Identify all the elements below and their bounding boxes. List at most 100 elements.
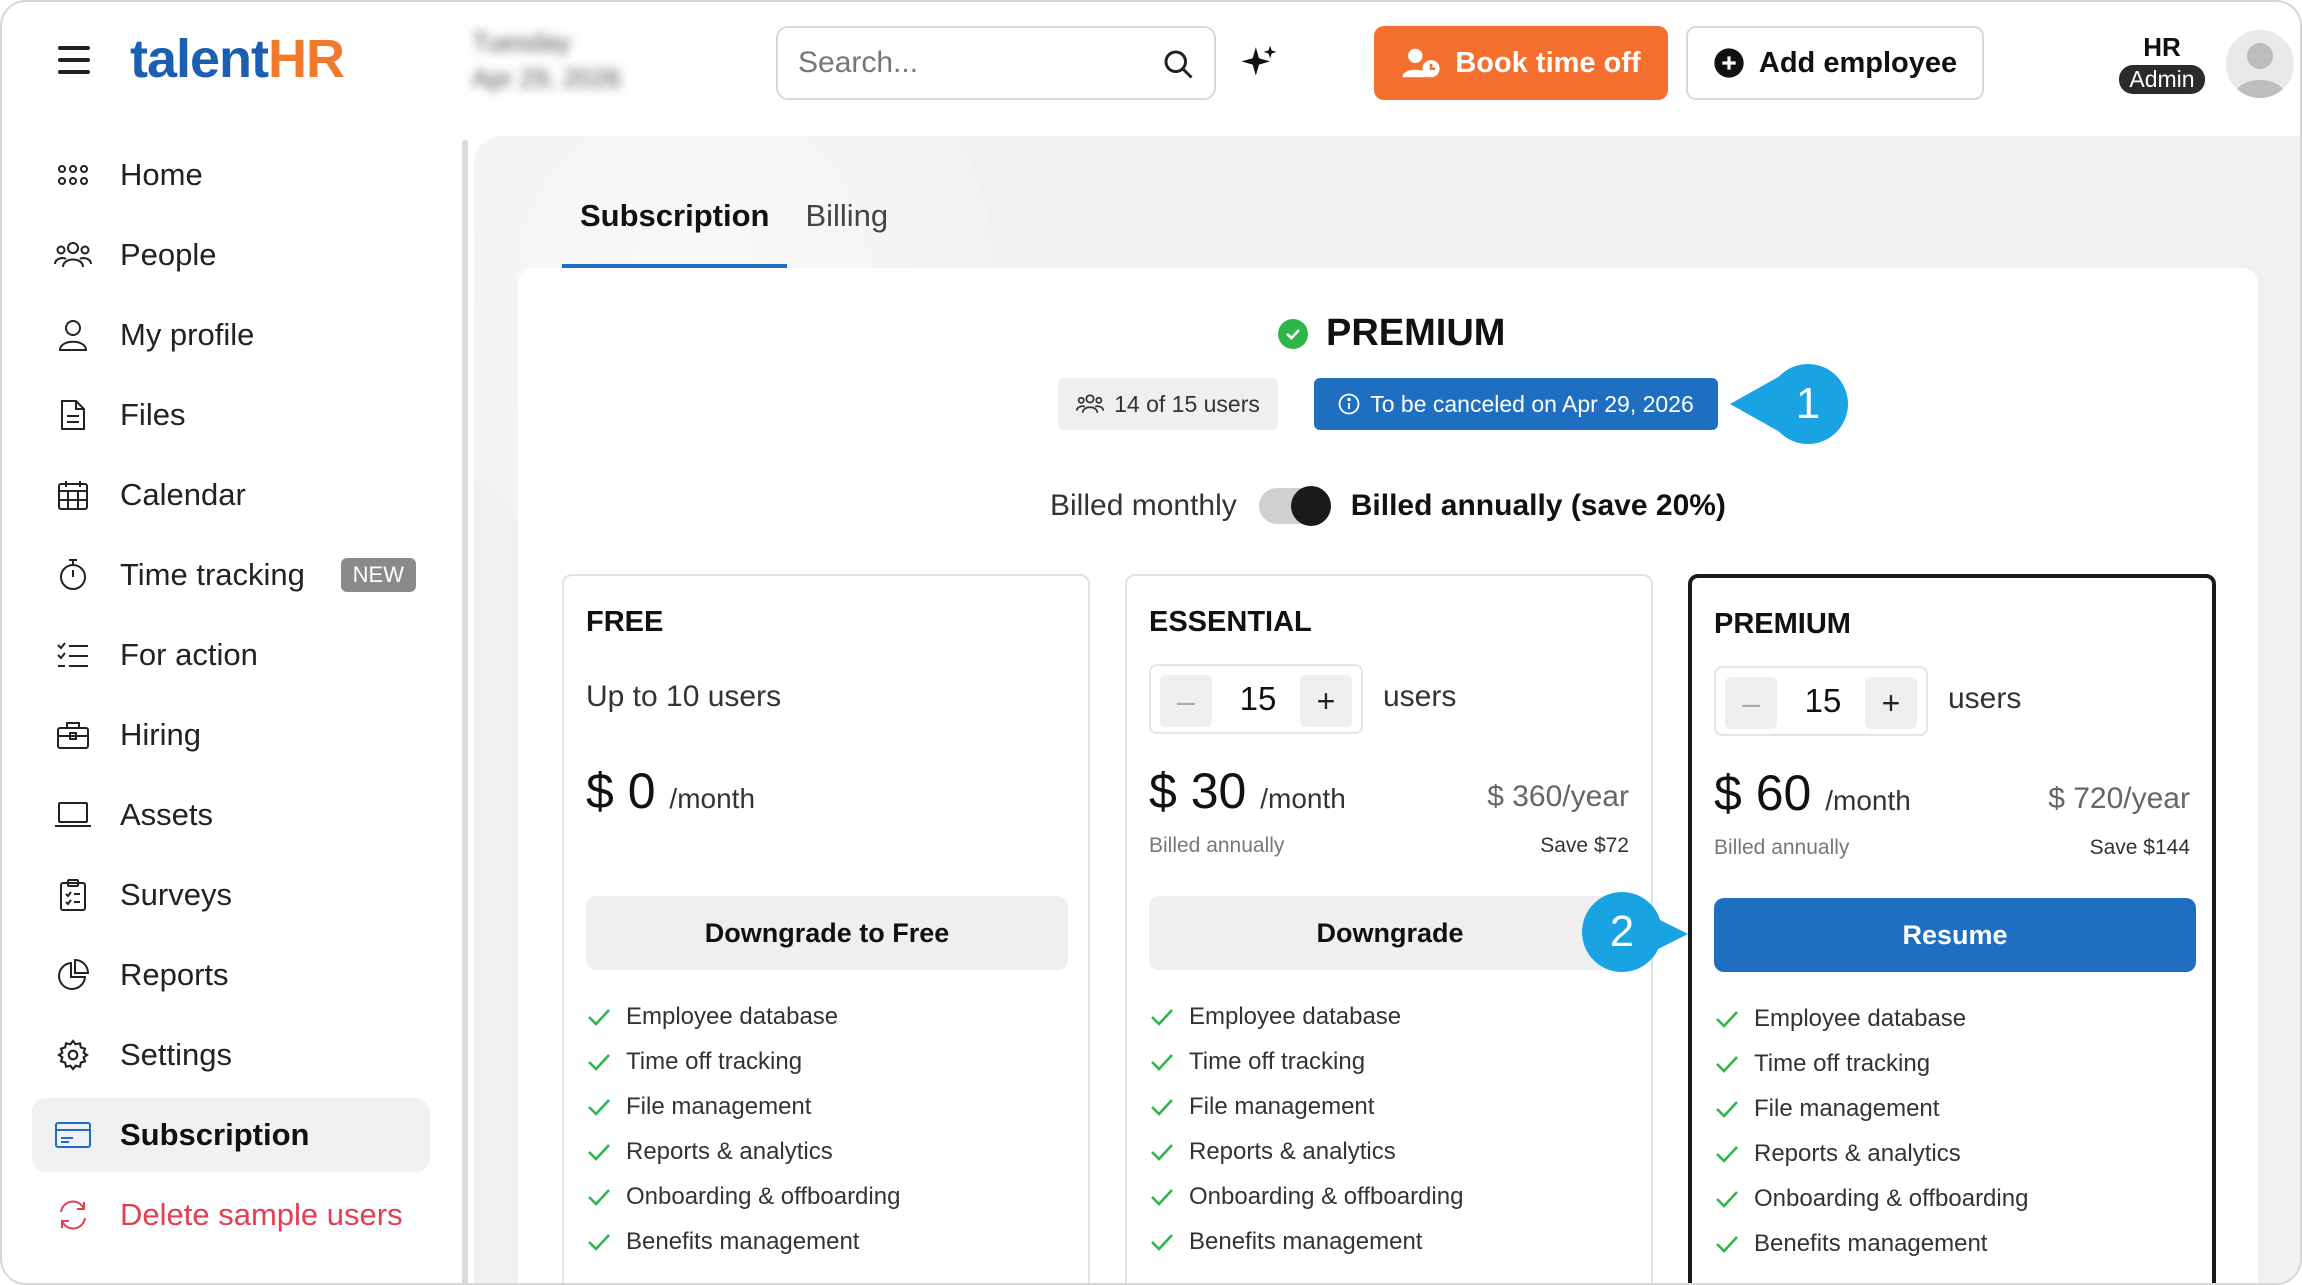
sidebar-item-assets[interactable]: Assets [32, 778, 430, 852]
users-value[interactable]: 15 [1786, 682, 1860, 720]
check-icon [1151, 1053, 1173, 1071]
sidebar-scrollbar[interactable] [462, 140, 468, 1283]
add-employee-button[interactable]: Add employee [1686, 26, 1984, 100]
downgrade-to-free-button[interactable]: Downgrade to Free [586, 896, 1068, 970]
clipboard-icon [54, 876, 92, 914]
stopwatch-icon [54, 556, 92, 594]
sidebar-item-people[interactable]: People [32, 218, 430, 292]
list-item: Employee database [1149, 994, 1463, 1039]
billed-annually-label[interactable]: Billed annually (save 20%) [1351, 489, 1726, 523]
sidebar-item-label: Home [120, 157, 203, 192]
user-role[interactable]: HR Admin [2114, 32, 2210, 94]
sidebar-item-label: For action [120, 637, 258, 672]
menu-icon[interactable] [58, 46, 90, 74]
plan-price: $ 0 /month [586, 762, 755, 820]
sidebar-item-home[interactable]: Home [32, 138, 430, 212]
feature-label: File management [1189, 1092, 1375, 1120]
button-label: Downgrade to Free [704, 917, 950, 948]
book-time-off-label: Book time off [1455, 46, 1641, 79]
list-item: File management [1149, 1084, 1463, 1129]
search-input[interactable] [798, 42, 1138, 84]
sidebar-item-settings[interactable]: Settings [32, 1018, 430, 1092]
sidebar-item-for-action[interactable]: For action [32, 618, 430, 692]
list-item: Onboarding & offboarding [586, 1174, 900, 1219]
sidebar-item-files[interactable]: Files [32, 378, 430, 452]
pie-chart-icon [54, 956, 92, 994]
decrement-button[interactable]: – [1725, 677, 1777, 729]
users-count-badge: 14 of 15 users [1058, 378, 1278, 430]
briefcase-icon [54, 716, 92, 754]
check-icon [1716, 1010, 1738, 1028]
sidebar-item-calendar[interactable]: Calendar [32, 458, 430, 532]
sidebar-item-reports[interactable]: Reports [32, 938, 430, 1012]
feature-label: File management [1754, 1094, 1940, 1122]
sidebar-item-label: People [120, 237, 217, 272]
button-label: Downgrade [1316, 917, 1464, 948]
sidebar-item-label: Subscription [120, 1117, 310, 1152]
feature-label: File management [626, 1092, 812, 1120]
sidebar-item-delete-sample-users[interactable]: Delete sample users [32, 1178, 430, 1252]
new-badge: NEW [340, 558, 416, 592]
downgrade-button[interactable]: Downgrade [1149, 896, 1631, 970]
increment-button[interactable]: + [1865, 677, 1917, 729]
ai-sparkle-icon[interactable] [1240, 44, 1278, 82]
billed-monthly-label[interactable]: Billed monthly [1050, 489, 1237, 523]
list-item: Time off tracking [586, 1039, 900, 1084]
billing-toggle-switch[interactable] [1258, 486, 1331, 526]
feature-label: Time off tracking [1754, 1049, 1931, 1077]
sidebar-item-hiring[interactable]: Hiring [32, 698, 430, 772]
sidebar-item-subscription[interactable]: Subscription [32, 1098, 430, 1172]
sidebar-item-label: Time tracking [120, 557, 305, 592]
plan-name: ESSENTIAL [1149, 606, 1312, 638]
sidebar-item-surveys[interactable]: Surveys [32, 858, 430, 932]
callout-number: 2 [1609, 907, 1635, 956]
search-icon[interactable] [1160, 46, 1196, 82]
credit-card-icon [54, 1116, 92, 1154]
user-icon [54, 316, 92, 354]
plan-price: $ 30 /month [1149, 762, 1346, 820]
file-icon [54, 396, 92, 434]
book-time-off-button[interactable]: Book time off [1374, 26, 1668, 100]
people-icon [1076, 394, 1105, 414]
increment-button[interactable]: + [1300, 675, 1352, 727]
sidebar-item-my-profile[interactable]: My profile [32, 298, 430, 372]
sidebar-item-label: Reports [120, 957, 229, 992]
feature-label: Onboarding & offboarding [1754, 1184, 2029, 1212]
users-value[interactable]: 15 [1221, 680, 1295, 718]
sidebar-item-label: My profile [120, 317, 255, 352]
feature-label: Reports & analytics [1189, 1137, 1396, 1165]
users-unit-label: users [1383, 680, 1457, 713]
billing-period-toggle: Billed monthly Billed annually (save 20%… [1050, 486, 1726, 526]
feature-label: Reports & analytics [626, 1137, 833, 1165]
price-amount: $ 60 [1714, 765, 1812, 821]
sidebar-item-label: Assets [120, 797, 214, 832]
checklist-icon [54, 636, 92, 674]
sidebar-item-label: Delete sample users [120, 1197, 403, 1232]
sidebar-item-time-tracking[interactable]: Time tracking NEW [32, 538, 430, 612]
feature-label: Benefits management [1754, 1229, 1988, 1257]
decrement-button[interactable]: – [1160, 675, 1212, 727]
plan-user-limit: Up to 10 users [586, 680, 782, 713]
check-icon [1151, 1143, 1173, 1161]
toggle-knob [1290, 486, 1331, 526]
list-item: Onboarding & offboarding [1149, 1174, 1463, 1219]
feature-list: Employee database Time off tracking File… [1714, 996, 2028, 1266]
tab-billing[interactable]: Billing [787, 188, 906, 270]
app-logo[interactable]: talentHR [130, 28, 345, 90]
tab-subscription[interactable]: Subscription [562, 188, 788, 270]
logo-accent: HR [268, 29, 345, 89]
price-amount: $ 0 [586, 763, 656, 819]
date-day: Apr 29, 2026 [472, 63, 621, 93]
add-employee-label: Add employee [1758, 46, 1958, 79]
users-count-text: 14 of 15 users [1114, 390, 1260, 417]
price-period: /month [1825, 785, 1911, 816]
button-label: Resume [1902, 919, 2008, 950]
check-icon [1716, 1235, 1738, 1253]
billed-note: Billed annually [1149, 834, 1285, 857]
resume-button[interactable]: Resume [1714, 898, 2196, 972]
check-icon [588, 1098, 610, 1116]
check-icon [1151, 1188, 1173, 1206]
avatar[interactable] [2226, 30, 2294, 98]
check-icon [1716, 1100, 1738, 1118]
list-item: File management [1714, 1086, 2028, 1131]
